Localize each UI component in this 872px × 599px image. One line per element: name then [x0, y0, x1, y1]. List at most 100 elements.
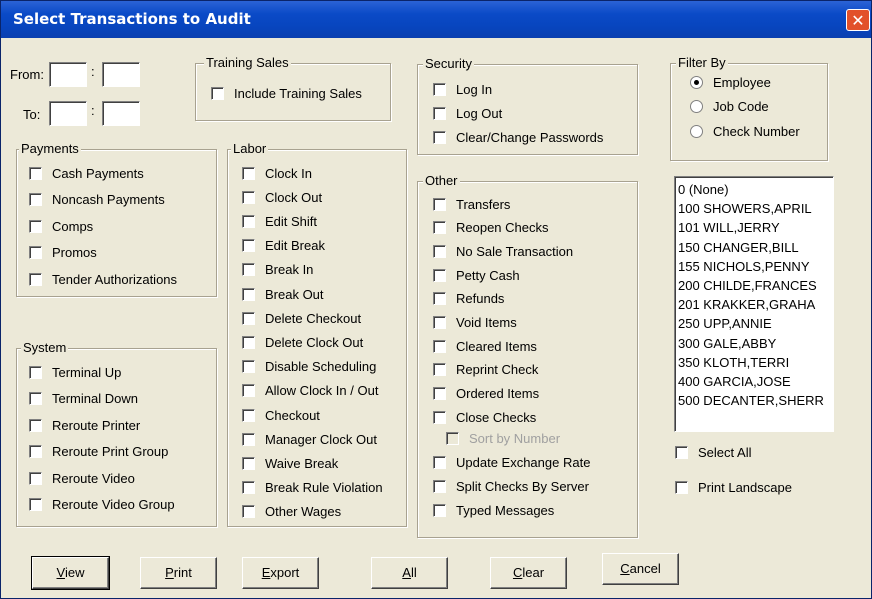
- include-training-sales-checkbox[interactable]: Include Training Sales: [211, 85, 362, 101]
- checkbox-box[interactable]: [433, 363, 446, 377]
- checkbox-box[interactable]: [29, 471, 42, 485]
- edit-break-checkbox[interactable]: Edit Break: [242, 238, 325, 254]
- employee-list-item[interactable]: 100 SHOWERS,APRIL: [678, 199, 833, 218]
- checkbox-box[interactable]: [242, 384, 255, 398]
- checkbox-box[interactable]: [242, 263, 255, 277]
- checkbox-box[interactable]: [29, 166, 42, 180]
- clear-button[interactable]: Clear: [490, 557, 567, 589]
- print-landscape-checkbox[interactable]: Print Landscape: [675, 479, 792, 495]
- typed-messages-checkbox[interactable]: Typed Messages: [433, 502, 554, 518]
- ordered-items-checkbox[interactable]: Ordered Items: [433, 386, 539, 402]
- checkbox-box[interactable]: [433, 480, 446, 493]
- employee-list-item[interactable]: 250 UPP,ANNIE: [678, 314, 833, 333]
- checkbox-box[interactable]: [433, 197, 446, 211]
- employee-listbox[interactable]: 0 (None) 100 SHOWERS,APRIL 101 WILL,JERRY 1…: [674, 176, 834, 432]
- log-in-checkbox[interactable]: Log In: [433, 81, 492, 97]
- clock-in-checkbox[interactable]: Clock In: [242, 165, 312, 181]
- cash-payments-checkbox[interactable]: Cash Payments: [29, 165, 144, 181]
- filter-job-code-radio[interactable]: Job Code: [690, 99, 769, 115]
- close-button[interactable]: ✕: [846, 9, 870, 31]
- checkbox-box[interactable]: [675, 480, 688, 494]
- employee-list-item[interactable]: 500 DECANTER,SHERR: [678, 391, 833, 410]
- checkbox-box[interactable]: [242, 239, 255, 253]
- log-out-checkbox[interactable]: Log Out: [433, 105, 502, 121]
- view-button[interactable]: View: [31, 556, 110, 590]
- other-wages-checkbox[interactable]: Other Wages: [242, 504, 341, 520]
- checkbox-box[interactable]: [433, 503, 446, 517]
- refunds-checkbox[interactable]: Refunds: [433, 291, 504, 307]
- disable-scheduling-checkbox[interactable]: Disable Scheduling: [242, 359, 376, 375]
- checkbox-box[interactable]: [433, 410, 446, 424]
- from-minute-input[interactable]: [102, 62, 140, 87]
- comps-checkbox[interactable]: Comps: [29, 218, 93, 234]
- checkbox-box[interactable]: [242, 190, 255, 204]
- checkbox-box[interactable]: [29, 418, 42, 432]
- void-items-checkbox[interactable]: Void Items: [433, 315, 517, 331]
- checkbox-box[interactable]: [242, 408, 255, 422]
- title-bar[interactable]: Select Transactions to Audit ✕: [1, 1, 871, 38]
- clear-change-passwords-checkbox[interactable]: Clear/Change Passwords: [433, 129, 603, 145]
- employee-list-item[interactable]: 300 GALE,ABBY: [678, 334, 833, 353]
- checkout-checkbox[interactable]: Checkout: [242, 407, 320, 423]
- promos-checkbox[interactable]: Promos: [29, 245, 97, 261]
- checkbox-box[interactable]: [29, 498, 42, 511]
- radio-button[interactable]: [690, 75, 703, 89]
- to-hour-input[interactable]: [49, 101, 87, 126]
- checkbox-box[interactable]: [29, 219, 42, 233]
- reopen-checks-checkbox[interactable]: Reopen Checks: [433, 220, 549, 236]
- employee-list-item[interactable]: 400 GARCIA,JOSE: [678, 372, 833, 391]
- checkbox-box[interactable]: [242, 505, 255, 519]
- checkbox-box[interactable]: [433, 292, 446, 306]
- checkbox-box[interactable]: [433, 339, 446, 353]
- break-rule-violation-checkbox[interactable]: Break Rule Violation: [242, 480, 383, 496]
- split-checks-by-server-checkbox[interactable]: Split Checks By Server: [433, 479, 589, 495]
- checkbox-box[interactable]: [242, 214, 255, 228]
- checkbox-box[interactable]: [29, 445, 42, 458]
- reroute-video-group-checkbox[interactable]: Reroute Video Group: [29, 497, 175, 513]
- cleared-items-checkbox[interactable]: Cleared Items: [433, 338, 537, 354]
- checkbox-box[interactable]: [242, 335, 255, 349]
- checkbox-box[interactable]: [433, 221, 446, 235]
- export-button[interactable]: Export: [242, 557, 319, 589]
- edit-shift-checkbox[interactable]: Edit Shift: [242, 213, 317, 229]
- checkbox-box[interactable]: [242, 166, 255, 180]
- checkbox-box[interactable]: [211, 86, 224, 100]
- filter-employee-radio[interactable]: Employee: [690, 74, 771, 90]
- employee-list-item[interactable]: 155 NICHOLS,PENNY: [678, 257, 833, 276]
- employee-list-item[interactable]: 201 KRAKKER,GRAHA: [678, 295, 833, 314]
- checkbox-box[interactable]: [242, 456, 255, 470]
- employee-list-item[interactable]: 150 CHANGER,BILL: [678, 238, 833, 257]
- delete-clock-out-checkbox[interactable]: Delete Clock Out: [242, 334, 363, 350]
- checkbox-box[interactable]: [433, 244, 446, 258]
- allow-clock-in-out-checkbox[interactable]: Allow Clock In / Out: [242, 383, 378, 399]
- terminal-down-checkbox[interactable]: Terminal Down: [29, 391, 138, 407]
- checkbox-box[interactable]: [675, 445, 688, 459]
- reroute-print-group-checkbox[interactable]: Reroute Print Group: [29, 444, 168, 460]
- checkbox-box[interactable]: [29, 246, 42, 259]
- checkbox-box[interactable]: [242, 360, 255, 374]
- checkbox-box[interactable]: [433, 268, 446, 282]
- employee-list-item[interactable]: 101 WILL,JERRY: [678, 218, 833, 237]
- reroute-printer-checkbox[interactable]: Reroute Printer: [29, 417, 140, 433]
- transfers-checkbox[interactable]: Transfers: [433, 196, 510, 212]
- radio-button[interactable]: [690, 100, 703, 113]
- print-button[interactable]: Print: [140, 557, 217, 589]
- waive-break-checkbox[interactable]: Waive Break: [242, 455, 338, 471]
- checkbox-box[interactable]: [29, 272, 42, 286]
- noncash-payments-checkbox[interactable]: Noncash Payments: [29, 192, 165, 208]
- checkbox-box[interactable]: [242, 287, 255, 301]
- manager-clock-out-checkbox[interactable]: Manager Clock Out: [242, 431, 377, 447]
- break-in-checkbox[interactable]: Break In: [242, 262, 313, 278]
- checkbox-box[interactable]: [433, 456, 446, 470]
- employee-list-item[interactable]: 200 CHILDE,FRANCES: [678, 276, 833, 295]
- checkbox-box[interactable]: [242, 432, 255, 446]
- employee-list-item[interactable]: 350 KLOTH,TERRI: [678, 353, 833, 372]
- checkbox-box[interactable]: [29, 392, 42, 405]
- checkbox-box[interactable]: [433, 82, 446, 96]
- checkbox-box[interactable]: [433, 106, 446, 120]
- filter-check-number-radio[interactable]: Check Number: [690, 123, 800, 139]
- checkbox-box[interactable]: [242, 481, 255, 495]
- checkbox-box[interactable]: [433, 130, 446, 144]
- checkbox-box[interactable]: [242, 311, 255, 325]
- petty-cash-checkbox[interactable]: Petty Cash: [433, 267, 520, 283]
